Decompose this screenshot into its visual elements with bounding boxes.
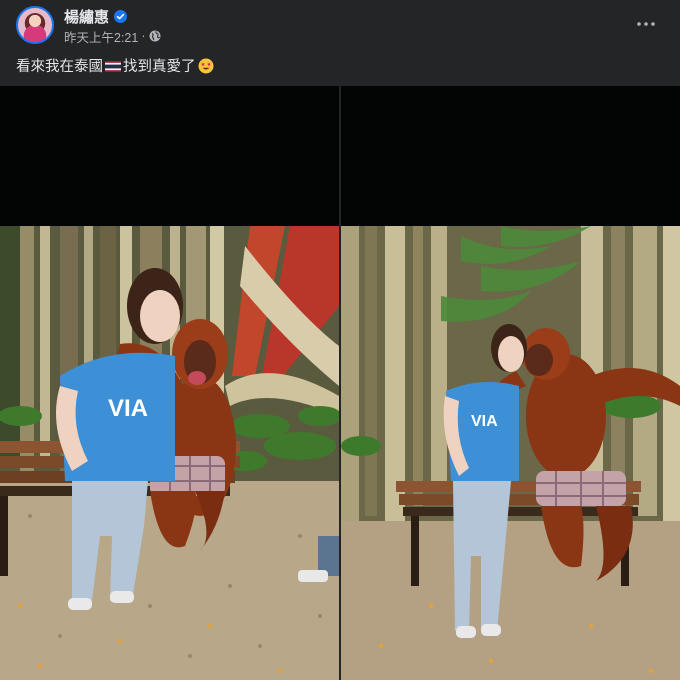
caption-text-2: 找到真愛了 xyxy=(123,59,196,75)
meta-separator: · xyxy=(141,29,146,43)
thailand-flag-icon xyxy=(105,60,121,72)
more-options-icon xyxy=(637,22,655,26)
globe-icon[interactable] xyxy=(149,30,161,42)
post-timestamp[interactable]: 昨天上午2:21 xyxy=(64,27,138,46)
photo-left[interactable]: VIA xyxy=(0,86,339,680)
author-name[interactable]: 楊繡惠 xyxy=(64,6,109,27)
post-caption: 看來我在泰國 找到真愛了 xyxy=(16,55,214,76)
author-line: 楊繡惠 xyxy=(64,6,128,27)
caption-text-1: 看來我在泰國 xyxy=(16,59,103,75)
star-struck-emoji-icon xyxy=(198,58,214,74)
author-avatar[interactable] xyxy=(16,6,54,44)
verified-badge-icon xyxy=(114,9,128,23)
photo-grid: VIA VIA xyxy=(0,86,680,680)
photo-right[interactable]: VIA xyxy=(341,86,680,680)
svg-text:VIA: VIA xyxy=(108,395,148,422)
more-options-button[interactable] xyxy=(636,14,656,34)
svg-text:VIA: VIA xyxy=(471,413,498,430)
post-header: 楊繡惠 昨天上午2:21 · xyxy=(0,0,680,50)
post-meta: 昨天上午2:21 · xyxy=(64,27,161,46)
